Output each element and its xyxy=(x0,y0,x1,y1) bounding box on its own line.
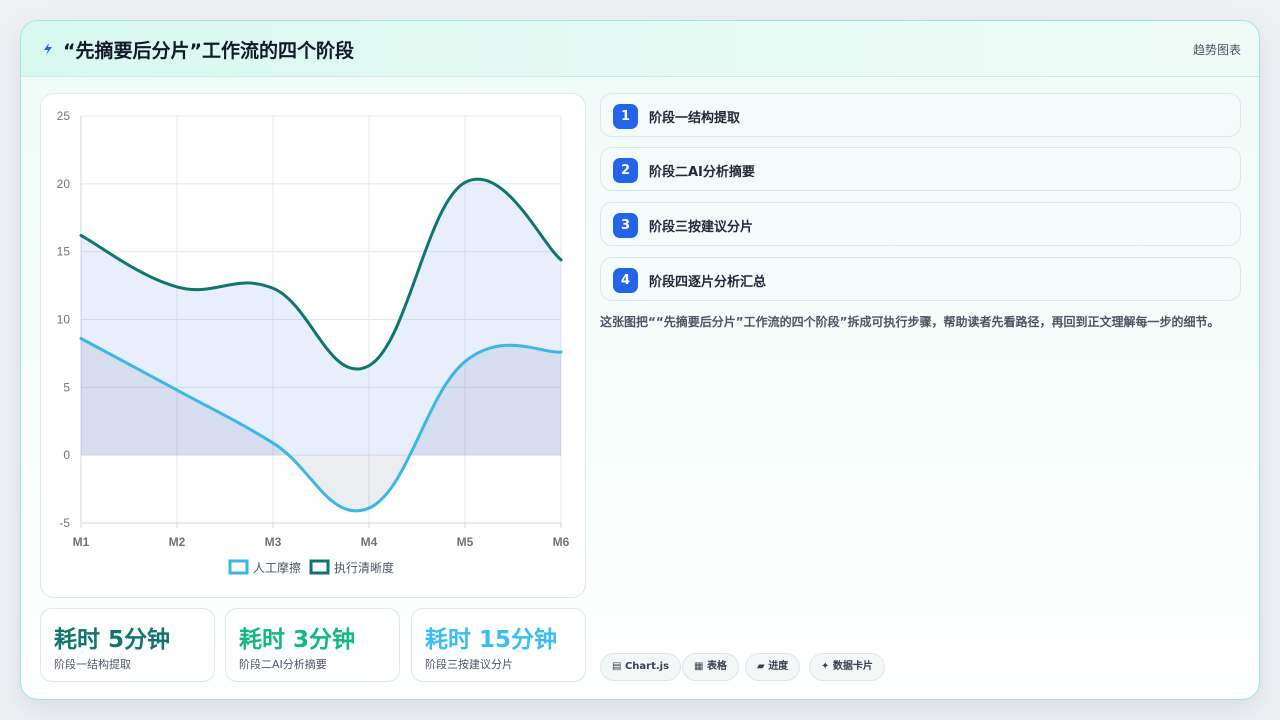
x-tick-label: M1 xyxy=(73,535,90,549)
step-label: 阶段二AI分析摘要 xyxy=(649,165,755,180)
chart-type-tag: 趋势图表 xyxy=(1192,43,1241,57)
legend-swatch-2 xyxy=(309,559,330,575)
x-tick-label: M6 xyxy=(553,535,570,549)
y-tick-label: 20 xyxy=(57,177,71,191)
series-area-2 xyxy=(81,179,561,456)
tag-label: Chart.js xyxy=(624,661,670,672)
stat-value: 耗时 15分钟 xyxy=(425,627,558,653)
step-number-badge: 1 xyxy=(613,104,638,129)
legend-swatch-1 xyxy=(228,559,249,575)
workflow-card: “先摘要后分片”工作流的四个阶段 趋势图表 25 20 15 10 5 0 -5 M1 M2 M3… xyxy=(20,20,1260,700)
step-label: 阶段三按建议分片 xyxy=(649,220,754,235)
step-label: 阶段一结构提取 xyxy=(649,111,741,126)
x-tick-label: M3 xyxy=(265,535,282,549)
legend-label-2: 执行清晰度 xyxy=(334,560,394,575)
tag-chartjs[interactable]: ▤ Chart.js xyxy=(600,653,682,681)
y-tick-label: 15 xyxy=(57,245,71,259)
stat-value: 耗时 3分钟 xyxy=(239,627,356,653)
sparkle-icon: ✦ xyxy=(821,661,830,672)
page-title: “先摘要后分片”工作流的四个阶段 xyxy=(63,40,354,62)
stat-label: 阶段三按建议分片 xyxy=(425,658,513,671)
tag-data-card[interactable]: ✦ 数据卡片 xyxy=(809,653,885,681)
description-text: 这张图把““先摘要后分片”工作流的四个阶段”拆成可执行步骤，帮助读者先看路径，再… xyxy=(600,315,1220,329)
x-tick-label: M4 xyxy=(361,535,378,549)
stat-label: 阶段一结构提取 xyxy=(54,658,131,671)
tag-label: 进度 xyxy=(768,661,789,672)
stat-card-1: 耗时 5分钟 阶段一结构提取 xyxy=(40,608,215,682)
step-item-1[interactable]: 1 阶段一结构提取 xyxy=(600,93,1241,137)
stat-label: 阶段二AI分析摘要 xyxy=(239,658,327,671)
y-tick-label: 25 xyxy=(57,109,71,123)
x-tick-label: M5 xyxy=(457,535,474,549)
chart-icon: ▤ xyxy=(612,661,622,672)
step-item-2[interactable]: 2 阶段二AI分析摘要 xyxy=(600,147,1241,191)
tag-label: 表格 xyxy=(706,661,727,672)
line-chart: 25 20 15 10 5 0 -5M1 M2 M3 M4 M5 M6 人工摩擦 执行清晰度 xyxy=(57,109,570,575)
step-label: 阶段四逐片分析汇总 xyxy=(649,275,767,290)
stat-card-2: 耗时 3分钟 阶段二AI分析摘要 xyxy=(225,608,400,682)
step-number-badge: 4 xyxy=(613,268,638,293)
step-number-badge: 3 xyxy=(613,213,638,238)
tag-table[interactable]: ▦ 表格 xyxy=(682,653,739,681)
tag-progress[interactable]: ▰ 进度 xyxy=(745,653,801,681)
progress-icon: ▰ xyxy=(757,661,765,672)
y-tick-label: -5 xyxy=(59,516,70,530)
legend-label-1: 人工摩擦 xyxy=(253,560,301,575)
y-tick-label: 10 xyxy=(57,313,71,327)
stat-card-3: 耗时 15分钟 阶段三按建议分片 xyxy=(411,608,586,682)
lightning-icon xyxy=(44,43,52,55)
card-header: “先摘要后分片”工作流的四个阶段 趋势图表 xyxy=(21,21,1259,77)
tag-label: 数据卡片 xyxy=(832,661,873,672)
step-number-badge: 2 xyxy=(613,158,638,183)
y-tick-label: 5 xyxy=(63,380,70,394)
y-tick-label: 0 xyxy=(63,448,70,462)
step-item-3[interactable]: 3 阶段三按建议分片 xyxy=(600,202,1241,246)
table-icon: ▦ xyxy=(694,661,704,672)
x-tick-label: M2 xyxy=(169,535,186,549)
chart-panel: 25 20 15 10 5 0 -5 M1 M2 M3 M4 M5 M6 人工摩擦 执行清晰度 xyxy=(40,93,586,598)
step-item-4[interactable]: 4 阶段四逐片分析汇总 xyxy=(600,257,1241,301)
stat-value: 耗时 5分钟 xyxy=(54,627,171,653)
